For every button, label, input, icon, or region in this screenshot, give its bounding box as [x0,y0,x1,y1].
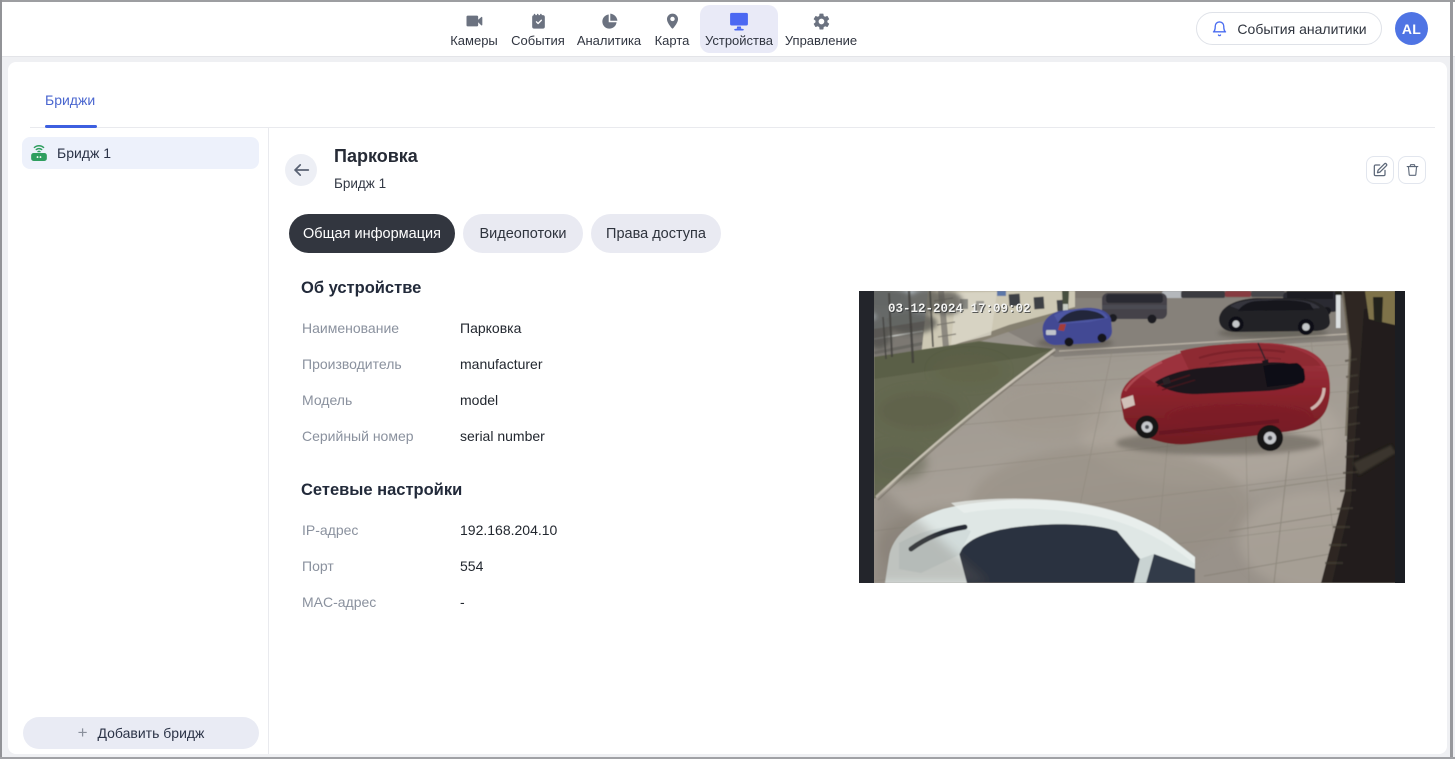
svg-text:03-12-2024 17:09:02: 03-12-2024 17:09:02 [888,302,1031,316]
